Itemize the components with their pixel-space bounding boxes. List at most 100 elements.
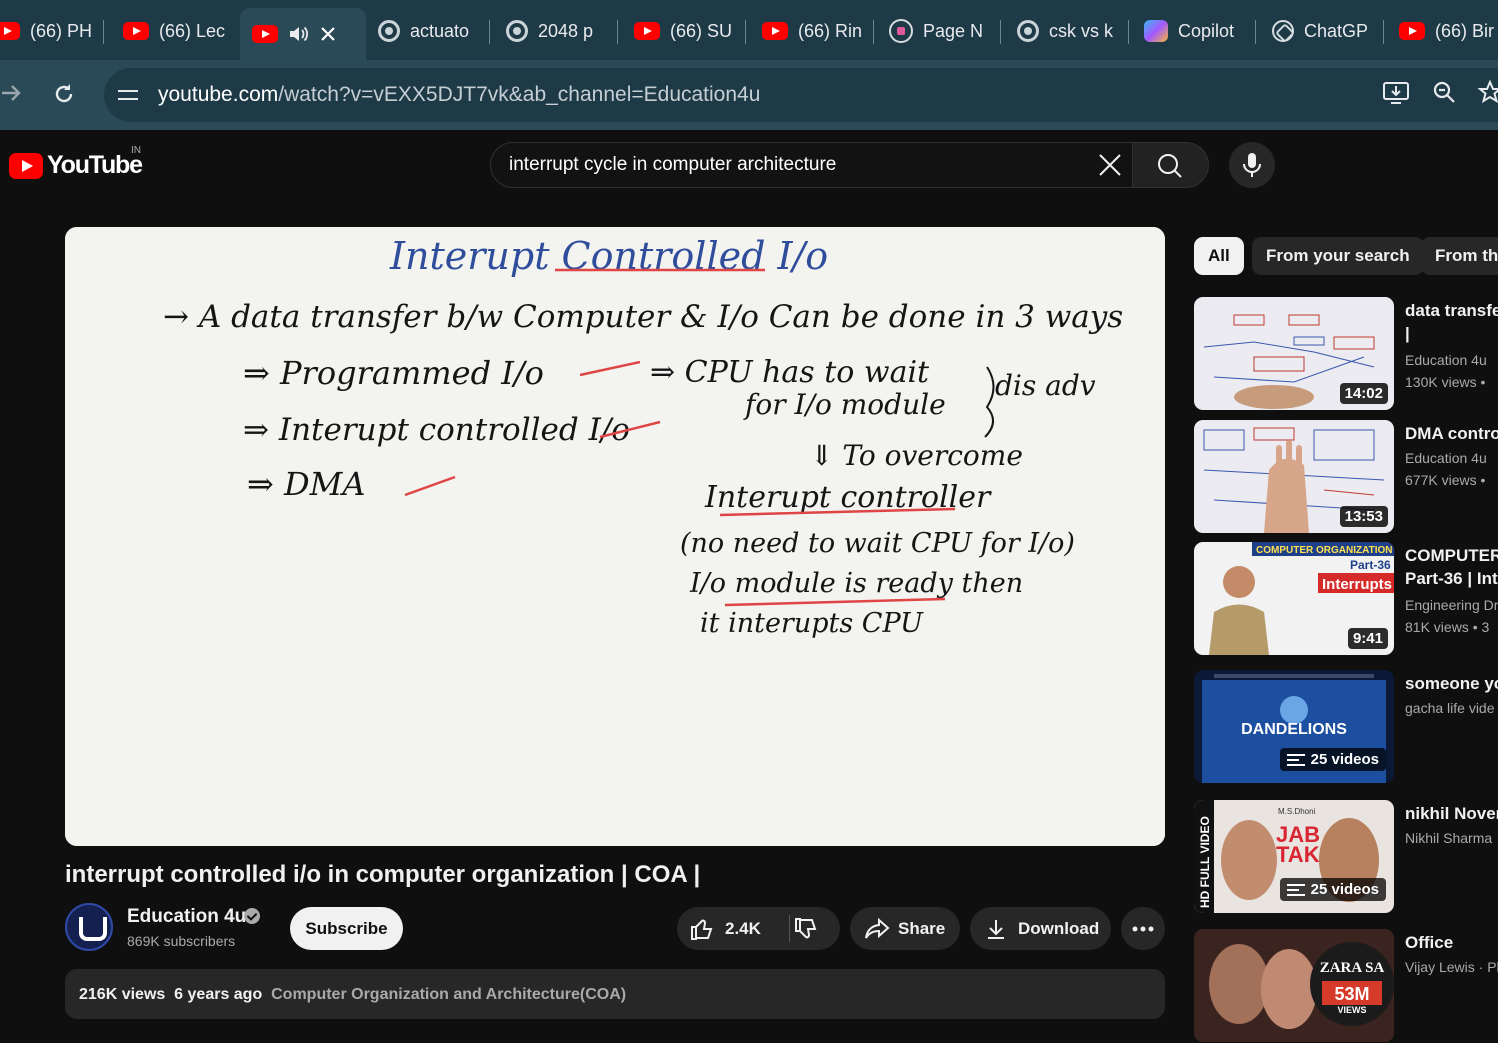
playlist-icon xyxy=(1286,883,1305,896)
playlist-title: Office xyxy=(1405,933,1454,952)
browser-tab[interactable]: (66) PH xyxy=(0,8,104,54)
thumbs-up-icon xyxy=(691,919,713,940)
youtube-favicon-icon xyxy=(123,22,149,40)
youtube-favicon-icon xyxy=(0,22,20,40)
recommended-playlist[interactable]: DANDELIONS 25 videos someone yo gacha li… xyxy=(1194,670,1498,784)
tab-label: Copilot xyxy=(1178,20,1235,41)
browser-tab[interactable]: actuato xyxy=(378,8,490,54)
video-title: DMA control xyxy=(1405,424,1498,443)
youtube-favicon-icon xyxy=(252,25,278,43)
recommended-playlist[interactable]: HD FULL VIDEO M.S.Dhoni JAB TAK 25 video… xyxy=(1194,800,1498,914)
share-label: Share xyxy=(898,918,946,938)
speaker-icon[interactable] xyxy=(288,24,310,44)
channel-name: Education 4u xyxy=(1405,352,1487,368)
svg-text:HD FULL VIDEO: HD FULL VIDEO xyxy=(1198,816,1212,908)
description-box[interactable]: 216K views 6 years ago Computer Organiza… xyxy=(65,969,1165,1019)
thumbs-down-icon[interactable] xyxy=(793,916,819,942)
channel-avatar[interactable] xyxy=(65,903,113,951)
page-favicon-icon xyxy=(889,19,913,43)
site-settings-icon[interactable] xyxy=(118,84,140,106)
more-actions-button[interactable] xyxy=(1121,907,1165,950)
youtube-favicon-icon xyxy=(762,22,788,40)
tab-label: 2048 p xyxy=(538,20,594,41)
search-button[interactable] xyxy=(1133,142,1209,188)
browser-tab[interactable]: Page N xyxy=(889,8,1001,54)
board-line: ⇒ Interupt controlled I/o xyxy=(243,412,630,448)
browser-tab[interactable]: Copilot xyxy=(1144,8,1256,54)
search-input[interactable] xyxy=(509,143,1079,187)
chrome-favicon-icon xyxy=(1017,20,1039,42)
voice-search-button[interactable] xyxy=(1229,142,1275,188)
recommended-video[interactable]: 14:02 data transfer | Education 4u 130K … xyxy=(1194,297,1498,411)
tab-label: (66) Lec xyxy=(159,20,226,41)
video-meta: 130K views • xyxy=(1405,374,1486,390)
channel-name: Nikhil Sharma xyxy=(1405,830,1493,846)
share-icon xyxy=(865,917,890,939)
browser-tab[interactable]: (66) SU xyxy=(634,8,746,54)
video-title: interrupt controlled i/o in computer org… xyxy=(65,861,701,888)
browser-tab[interactable]: csk vs k xyxy=(1017,8,1129,54)
board-line: I/o module is ready then xyxy=(689,568,1023,599)
channel-name: Vijay Lewis · Pl xyxy=(1405,959,1498,975)
like-dislike-group: 2.4K xyxy=(677,907,840,950)
video-thumbnail[interactable]: 14:02 xyxy=(1194,297,1394,410)
video-thumbnail[interactable]: COMPUTER ORGANIZATION Part-36 Interrupts… xyxy=(1194,542,1394,655)
download-button[interactable]: Download xyxy=(970,907,1111,950)
chip-from-your-search[interactable]: From your search xyxy=(1252,237,1424,275)
board-line: ⇓ To overcome xyxy=(810,439,1023,472)
zoom-icon[interactable] xyxy=(1432,80,1456,104)
svg-text:M.S.Dhoni: M.S.Dhoni xyxy=(1278,807,1316,816)
youtube-favicon-icon xyxy=(634,22,660,40)
video-player[interactable]: Interupt Controlled I/o → A data transfe… xyxy=(65,227,1165,846)
browser-tab[interactable]: (66) Rin xyxy=(762,8,874,54)
svg-text:ZARA SA: ZARA SA xyxy=(1320,960,1385,976)
chip-all[interactable]: All xyxy=(1194,237,1244,275)
tab-label: (66) Bir xyxy=(1435,20,1495,41)
share-button[interactable]: Share xyxy=(850,907,960,950)
channel-name[interactable]: Education 4u xyxy=(127,906,246,928)
tab-label: ChatGP xyxy=(1304,20,1369,41)
youtube-favicon-icon xyxy=(1399,22,1425,40)
upload-age: 6 years ago xyxy=(174,986,263,1003)
browser-tab-active[interactable] xyxy=(240,8,366,60)
browser-tab[interactable]: ChatGP xyxy=(1272,8,1384,54)
description-meta: 216K views 6 years ago Computer Organiza… xyxy=(79,986,626,1004)
svg-text:Interrupts: Interrupts xyxy=(1322,576,1392,593)
board-line: for I/o module xyxy=(743,388,946,421)
forward-icon[interactable] xyxy=(0,82,22,104)
recommended-video[interactable]: COMPUTER ORGANIZATION Part-36 Interrupts… xyxy=(1194,542,1498,656)
browser-tab[interactable]: (66) Bir xyxy=(1399,8,1498,54)
chip-from-the[interactable]: From the xyxy=(1421,237,1498,275)
whiteboard-frame: Interupt Controlled I/o → A data transfe… xyxy=(65,227,1165,846)
install-app-icon[interactable] xyxy=(1382,80,1410,106)
description-tag[interactable]: Computer Organization and Architecture(C… xyxy=(271,986,626,1003)
url-text[interactable]: youtube.com/watch?v=vEXX5DJT7vk&ab_chann… xyxy=(158,83,760,107)
video-title: data transfer | xyxy=(1405,301,1498,343)
like-count: 2.4K xyxy=(725,918,761,938)
country-code: IN xyxy=(131,145,141,156)
tab-label: (66) SU xyxy=(670,20,733,41)
close-tab-icon[interactable] xyxy=(320,26,336,42)
reload-icon[interactable] xyxy=(52,82,76,106)
video-thumbnail[interactable]: 13:53 xyxy=(1194,420,1394,533)
youtube-logo[interactable]: YouTube IN xyxy=(9,145,143,180)
browser-tab[interactable]: 2048 p xyxy=(506,8,618,54)
bookmark-star-icon[interactable] xyxy=(1478,80,1498,104)
playlist-title: nikhil Novem xyxy=(1405,804,1498,823)
tab-label: csk vs k xyxy=(1049,20,1114,41)
address-bar[interactable]: youtube.com/watch?v=vEXX5DJT7vk&ab_chann… xyxy=(104,68,1498,122)
playlist-thumbnail[interactable]: HD FULL VIDEO M.S.Dhoni JAB TAK 25 video… xyxy=(1194,800,1394,913)
clear-search-icon[interactable] xyxy=(1096,151,1124,179)
browser-tab[interactable]: (66) Lec xyxy=(123,8,233,54)
svg-text:TAK: TAK xyxy=(1276,842,1320,867)
board-line: ⇒ DMA xyxy=(247,465,366,503)
recommended-playlist[interactable]: ZARA SA 53M VIEWS Office Vijay Lewis · P… xyxy=(1194,929,1498,1043)
recommended-video[interactable]: 13:53 DMA control Education 4u 677K view… xyxy=(1194,420,1498,534)
channel-name: gacha life vide xyxy=(1405,700,1495,716)
playlist-thumbnail[interactable]: ZARA SA 53M VIEWS xyxy=(1194,929,1394,1042)
download-label: Download xyxy=(1018,918,1100,938)
youtube-logo-icon xyxy=(9,152,43,179)
playlist-thumbnail[interactable]: DANDELIONS 25 videos xyxy=(1194,670,1394,783)
like-button[interactable]: 2.4K xyxy=(689,916,761,942)
subscribe-button[interactable]: Subscribe xyxy=(290,907,403,950)
